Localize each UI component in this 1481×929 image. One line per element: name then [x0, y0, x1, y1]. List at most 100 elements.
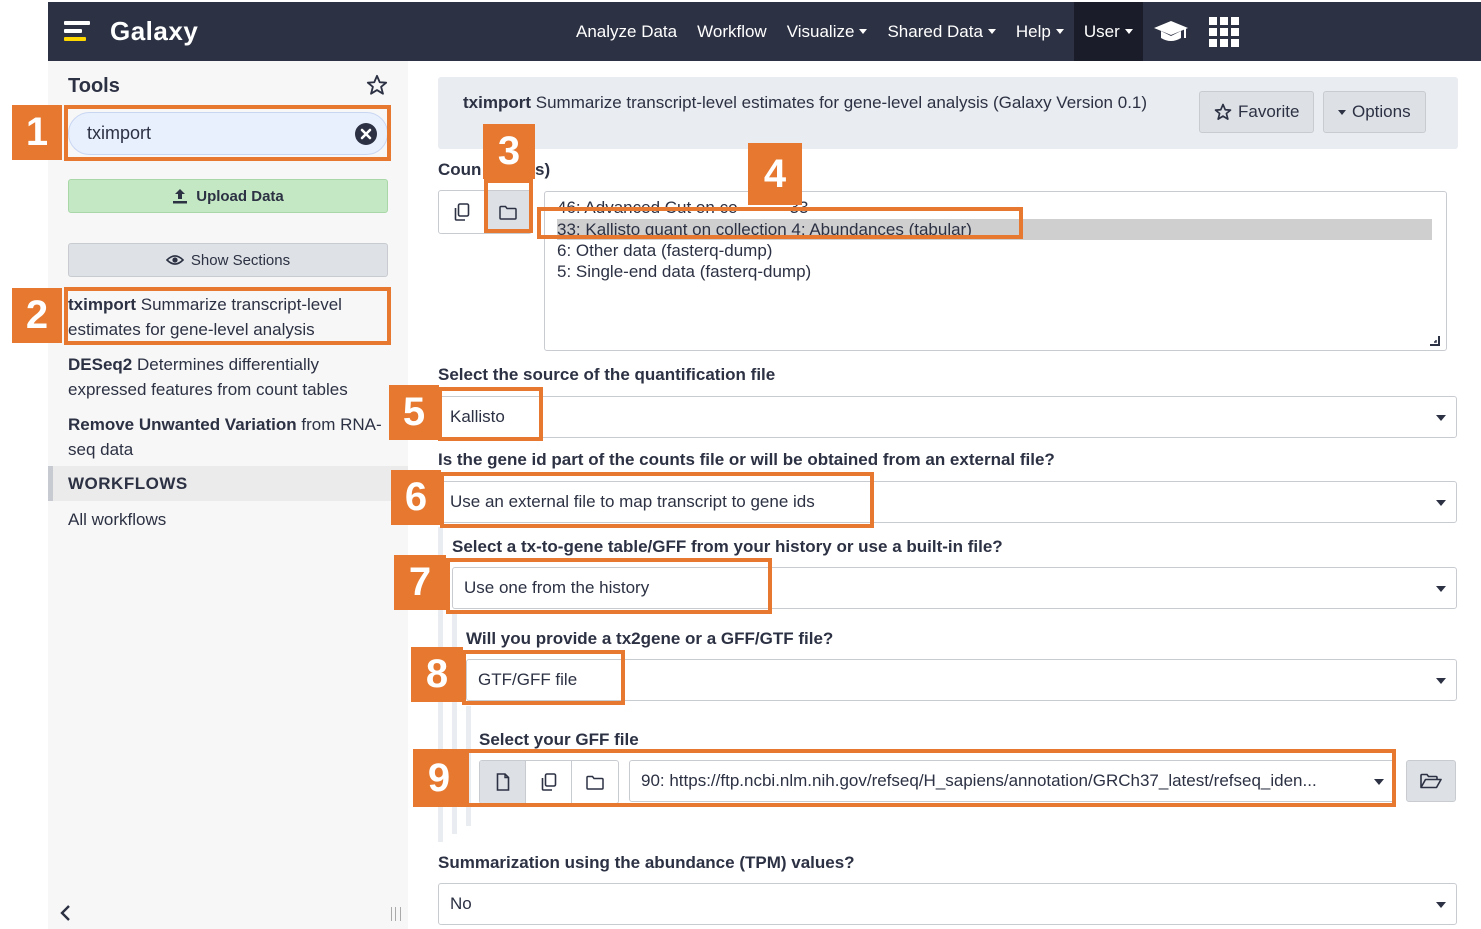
- tool-name: Remove Unwanted Variation: [68, 415, 297, 434]
- panel-drag-handle[interactable]: [391, 907, 401, 921]
- provide-select[interactable]: GTF/GFF file: [466, 659, 1457, 701]
- resize-grip-icon[interactable]: [1428, 334, 1440, 346]
- upload-icon: [173, 189, 188, 204]
- star-icon[interactable]: [366, 74, 388, 96]
- annotation-number-8: 8: [411, 647, 463, 702]
- nav-training[interactable]: [1143, 2, 1199, 61]
- gff-select[interactable]: 90: https://ftp.ncbi.nlm.nih.gov/refseq/…: [629, 760, 1395, 802]
- apps-grid-icon: [1208, 16, 1239, 47]
- provide-value: GTF/GFF file: [478, 670, 578, 689]
- conditional-indent-bar: [466, 706, 471, 826]
- show-sections-button[interactable]: Show Sections: [68, 243, 388, 277]
- geneid-value: Use an external file to map transcript t…: [450, 492, 815, 511]
- provide-label: Will you provide a tx2gene or a GFF/GTF …: [466, 629, 834, 648]
- file-icon: [496, 773, 509, 791]
- upload-data-button[interactable]: Upload Data: [68, 179, 388, 213]
- chevron-left-icon[interactable]: [58, 904, 72, 922]
- caret-down-icon: [1338, 109, 1346, 115]
- single-dataset-button[interactable]: [480, 761, 526, 803]
- nav-label: User: [1083, 21, 1120, 41]
- list-item[interactable]: 46: Advanced Cut on co 33: [557, 197, 1432, 218]
- txgene-select[interactable]: Use one from the history: [452, 567, 1457, 609]
- graduation-cap-icon: [1153, 20, 1188, 41]
- caret-down-icon: [1374, 779, 1384, 785]
- tool-name: tximport: [68, 295, 136, 314]
- counts-input-type-group: [438, 190, 532, 234]
- counts-label-right: s): [535, 160, 551, 179]
- annotation-number-6: 6: [391, 470, 441, 525]
- geneid-label: Is the gene id part of the counts file o…: [438, 450, 1055, 469]
- folder-icon: [586, 775, 604, 790]
- tool-title-name: tximport: [463, 93, 531, 112]
- caret-down-icon: [1436, 415, 1446, 421]
- tool-title: tximport Summarize transcript-level esti…: [463, 93, 1147, 113]
- annotation-number-4: 4: [748, 143, 802, 205]
- tpm-value: No: [450, 894, 472, 913]
- nav-shared-data[interactable]: Shared Data: [877, 2, 1005, 61]
- tpm-select[interactable]: No: [438, 883, 1457, 925]
- list-item[interactable]: 6: Other data (fasterq-dump): [557, 240, 1432, 261]
- annotation-number-2: 2: [12, 288, 62, 343]
- tool-search-input[interactable]: [87, 113, 347, 154]
- nav-help[interactable]: Help: [1006, 2, 1074, 61]
- annotation-number-3: 3: [483, 124, 535, 179]
- collection-button[interactable]: [485, 191, 531, 233]
- tool-search-box[interactable]: [68, 112, 388, 155]
- options-button[interactable]: Options: [1323, 91, 1426, 133]
- workflows-section-header[interactable]: WORKFLOWS: [48, 466, 408, 501]
- tpm-label: Summarization using the abundance (TPM) …: [438, 853, 855, 872]
- geneid-select[interactable]: Use an external file to map transcript t…: [438, 481, 1457, 523]
- multiple-datasets-button[interactable]: [526, 761, 572, 803]
- txgene-value: Use one from the history: [464, 578, 650, 597]
- galaxy-brand[interactable]: Galaxy: [64, 13, 198, 49]
- all-workflows-link[interactable]: All workflows: [68, 510, 166, 530]
- caret-down-icon: [1436, 678, 1446, 684]
- copy-icon: [454, 203, 469, 221]
- caret-down-icon: [1436, 586, 1446, 592]
- caret-down-icon: [987, 29, 996, 34]
- list-item-selected[interactable]: 33: Kallisto quant on collection 4: Abun…: [557, 219, 1432, 240]
- center-panel: tximport Summarize transcript-level esti…: [408, 61, 1481, 929]
- galaxy-app: Galaxy Analyze Data Workflow Visualize S…: [48, 2, 1481, 929]
- tool-item-ruvseq[interactable]: Remove Unwanted Variation from RNA-seq d…: [68, 412, 388, 462]
- counts-multiselect[interactable]: 46: Advanced Cut on co 33 33: Kallisto qu…: [544, 191, 1447, 351]
- tool-title-desc: Summarize transcript-level estimates for…: [535, 93, 1148, 112]
- nav-workflow[interactable]: Workflow: [687, 2, 777, 61]
- nav-analyze-data[interactable]: Analyze Data: [566, 2, 687, 61]
- main-nav: Analyze Data Workflow Visualize Shared D…: [566, 2, 1249, 61]
- tool-panel: Tools Upload Data Show Sections: [48, 61, 408, 929]
- source-label: Select the source of the quantification …: [438, 365, 776, 384]
- tool-item-deseq2[interactable]: DESeq2 Determines differentially express…: [68, 352, 388, 402]
- caret-down-icon: [1436, 902, 1446, 908]
- nav-label: Visualize: [786, 21, 855, 41]
- list-item-text: 46: Advanced Cut on co: [557, 198, 738, 217]
- source-select[interactable]: Kallisto: [438, 396, 1457, 438]
- tool-item-tximport[interactable]: tximport Summarize transcript-level esti…: [68, 292, 388, 342]
- list-item[interactable]: 5: Single-end data (fasterq-dump): [557, 261, 1432, 282]
- galaxy-logo-icon: [64, 17, 96, 45]
- upload-label: Upload Data: [196, 187, 284, 205]
- favorite-button[interactable]: Favorite: [1199, 91, 1315, 133]
- nav-user[interactable]: User: [1073, 2, 1143, 61]
- tool-header: tximport Summarize transcript-level esti…: [438, 77, 1458, 149]
- multiple-datasets-button[interactable]: [439, 191, 485, 233]
- brand-text: Galaxy: [110, 15, 199, 46]
- top-navbar: Galaxy Analyze Data Workflow Visualize S…: [48, 2, 1481, 61]
- caret-down-icon: [1436, 500, 1446, 506]
- folder-icon: [499, 205, 517, 220]
- collection-button[interactable]: [572, 761, 618, 803]
- star-outline-icon: [1214, 103, 1232, 120]
- nav-label: Analyze Data: [576, 21, 678, 41]
- nav-apps[interactable]: [1199, 2, 1249, 61]
- nav-label: Shared Data: [887, 21, 983, 41]
- caret-down-icon: [859, 29, 868, 34]
- gff-input-type-group: [479, 760, 619, 804]
- clear-search-icon[interactable]: [354, 122, 378, 146]
- txgene-label: Select a tx-to-gene table/GFF from your …: [452, 537, 1003, 556]
- tool-name: DESeq2: [68, 355, 133, 374]
- nav-visualize[interactable]: Visualize: [777, 2, 878, 61]
- tools-title: Tools: [68, 75, 120, 97]
- counts-label-left: Coun: [438, 160, 482, 179]
- options-label: Options: [1352, 102, 1411, 121]
- browse-datasets-button[interactable]: [1406, 760, 1456, 802]
